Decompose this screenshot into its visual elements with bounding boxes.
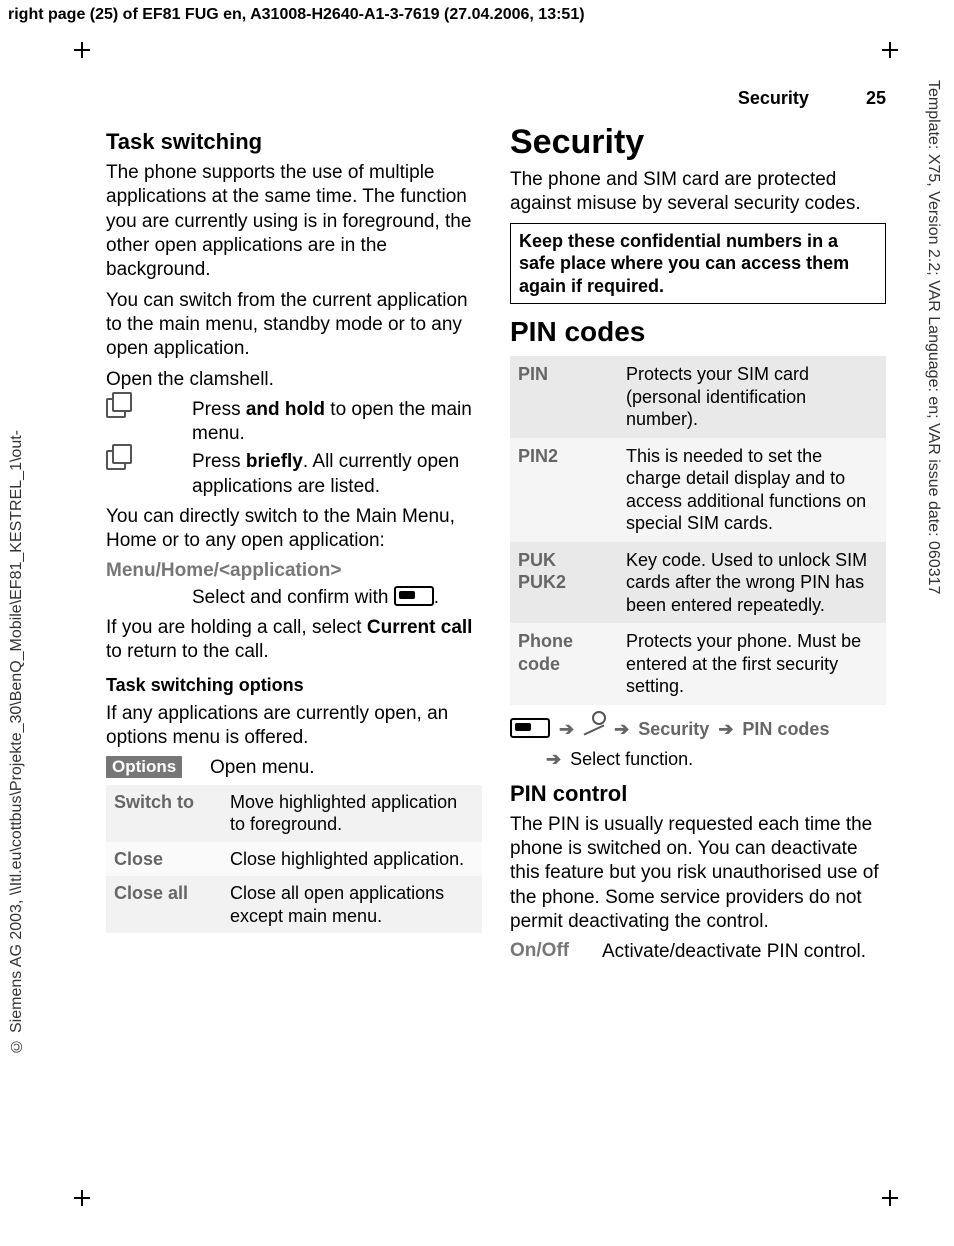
running-title: Security	[738, 88, 809, 109]
arrow-right-icon: ➔	[546, 749, 561, 769]
crop-mark	[882, 1190, 898, 1206]
body-text: If you are holding a call, select Curren…	[106, 616, 482, 665]
heading-pin-codes: PIN codes	[510, 316, 886, 348]
select-confirm-row: Select and confirm with .	[106, 586, 482, 610]
body-text: You can switch from the current applicat…	[106, 289, 482, 362]
heading-task-switching: Task switching	[106, 129, 482, 155]
body-text: You can directly switch to the Main Menu…	[106, 505, 482, 554]
template-note-right: Template: X75, Version 2.2; VAR Language…	[924, 80, 946, 1120]
body-text: The phone and SIM card are protected aga…	[510, 168, 886, 217]
table-row: PUK PUK2Key code. Used to unlock SIM car…	[510, 542, 886, 624]
running-header: Security 25	[106, 88, 886, 109]
arrow-right-icon: ➔	[718, 719, 733, 739]
settings-icon	[583, 713, 605, 735]
table-row: Phone codeProtects your phone. Must be e…	[510, 623, 886, 705]
menu-path: ➔ ➔ Security ➔ PIN codes ➔ Select functi…	[510, 713, 886, 775]
step-brief: Press briefly. All currently open applic…	[106, 450, 482, 499]
crop-mark	[74, 42, 90, 58]
crop-mark	[74, 1190, 90, 1206]
arrow-right-icon: ➔	[559, 719, 574, 739]
table-row: PINProtects your SIM card (personal iden…	[510, 356, 886, 438]
step-hold: Press and hold to open the main menu.	[106, 398, 482, 447]
column-right: Security The phone and SIM card are prot…	[510, 123, 886, 969]
task-key-icon	[106, 398, 128, 420]
task-options-table: Switch toMove highlighted application to…	[106, 785, 482, 934]
options-badge: Options	[106, 756, 182, 778]
table-row: Switch toMove highlighted application to…	[106, 785, 482, 842]
heading-task-switching-options: Task switching options	[106, 675, 482, 696]
task-key-icon	[106, 450, 128, 472]
menu-select-row: Menu/Home/<application>	[106, 560, 482, 582]
body-text: The PIN is usually requested each time t…	[510, 813, 886, 935]
page-number: 25	[866, 88, 886, 109]
table-row: CloseClose highlighted application.	[106, 842, 482, 877]
column-left: Task switching The phone supports the us…	[106, 123, 482, 969]
crop-mark	[882, 42, 898, 58]
table-row: Close allClose all open applications exc…	[106, 876, 482, 933]
arrow-right-icon: ➔	[614, 719, 629, 739]
warning-box: Keep these confidential numbers in a saf…	[510, 223, 886, 305]
production-header: right page (25) of EF81 FUG en, A31008-H…	[8, 6, 585, 24]
onoff-row: On/Off Activate/deactivate PIN control.	[510, 940, 886, 964]
softkey-icon	[394, 586, 434, 606]
softkey-icon	[510, 718, 550, 738]
copyright-note-left: © Siemens AG 2003, \\Itl.eu\cottbus\Proj…	[8, 430, 30, 1210]
table-row: PIN2This is needed to set the charge det…	[510, 438, 886, 542]
heading-pin-control: PIN control	[510, 781, 886, 807]
heading-security: Security	[510, 123, 886, 162]
body-text: If any applications are currently open, …	[106, 702, 482, 751]
body-text: Open the clamshell.	[106, 368, 482, 392]
options-row: Options Open menu.	[106, 756, 482, 780]
pin-codes-table: PINProtects your SIM card (personal iden…	[510, 356, 886, 705]
body-text: The phone supports the use of multiple a…	[106, 161, 482, 283]
